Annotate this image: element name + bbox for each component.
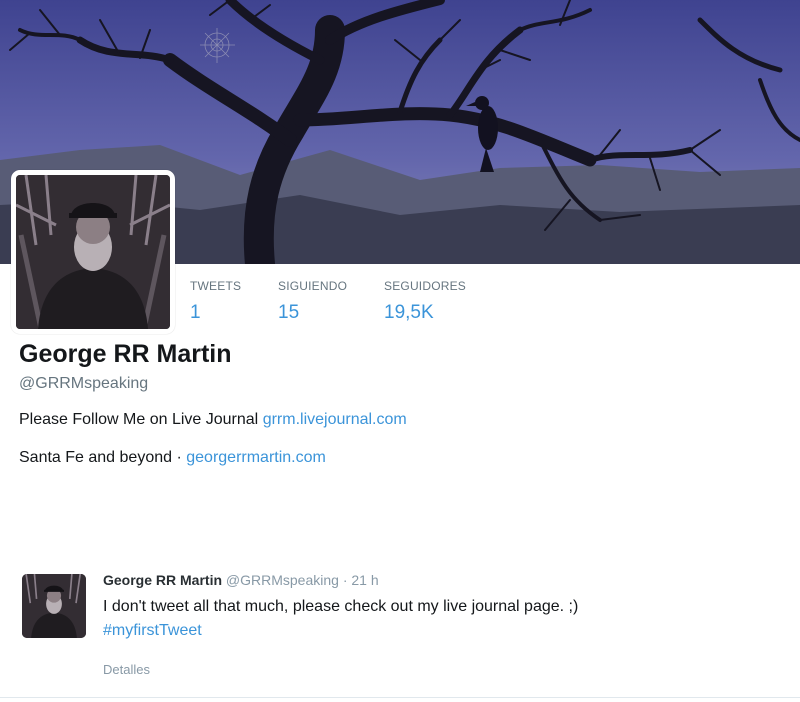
tweet-details-link[interactable]: Detalles: [103, 662, 150, 677]
profile-photo-image: [16, 175, 170, 329]
profile-location: Santa Fe and beyond: [19, 449, 173, 466]
stat-followers[interactable]: SEGUIDORES 19,5K: [384, 279, 466, 324]
tweet-hashtag-link[interactable]: #myfirstTweet: [103, 622, 202, 640]
stat-following-value: 15: [278, 302, 300, 323]
location-separator: ·: [176, 449, 182, 466]
tweet-text: I don't tweet all that much, please chec…: [103, 598, 579, 615]
divider: [0, 697, 800, 698]
stat-tweets-value: 1: [190, 302, 201, 323]
tweet-timestamp[interactable]: · 21 h: [343, 572, 379, 588]
tweet-item[interactable]: George RR Martin @GRRMspeaking · 21 h I …: [0, 560, 800, 700]
stat-tweets-label: TWEETS: [190, 279, 242, 293]
tweet-author-name[interactable]: George RR Martin: [103, 572, 222, 588]
bio-link[interactable]: grrm.livejournal.com: [263, 411, 407, 428]
profile-handle: @GRRMspeaking: [19, 375, 149, 392]
tweet-avatar[interactable]: [22, 574, 86, 638]
profile-avatar[interactable]: [11, 170, 175, 334]
profile-location-line: Santa Fe and beyond · georgerrmartin.com: [19, 449, 326, 467]
stat-followers-label: SEGUIDORES: [384, 279, 467, 293]
profile-website-link[interactable]: georgerrmartin.com: [186, 449, 326, 466]
stat-tweets[interactable]: TWEETS 1: [190, 279, 241, 324]
tweet-header: George RR Martin @GRRMspeaking · 21 h: [103, 572, 379, 588]
stat-followers-value: 19,5K: [384, 302, 434, 323]
bio-text: Please Follow Me on Live Journal: [19, 411, 259, 428]
tweet-avatar-image: [22, 574, 86, 638]
stat-following[interactable]: SIGUIENDO 15: [278, 279, 347, 324]
profile-bio: Please Follow Me on Live Journal grrm.li…: [19, 411, 407, 429]
stat-following-label: SIGUIENDO: [278, 279, 348, 293]
profile-name: George RR Martin: [19, 340, 232, 368]
tweet-author-handle[interactable]: @GRRMspeaking: [226, 572, 339, 588]
